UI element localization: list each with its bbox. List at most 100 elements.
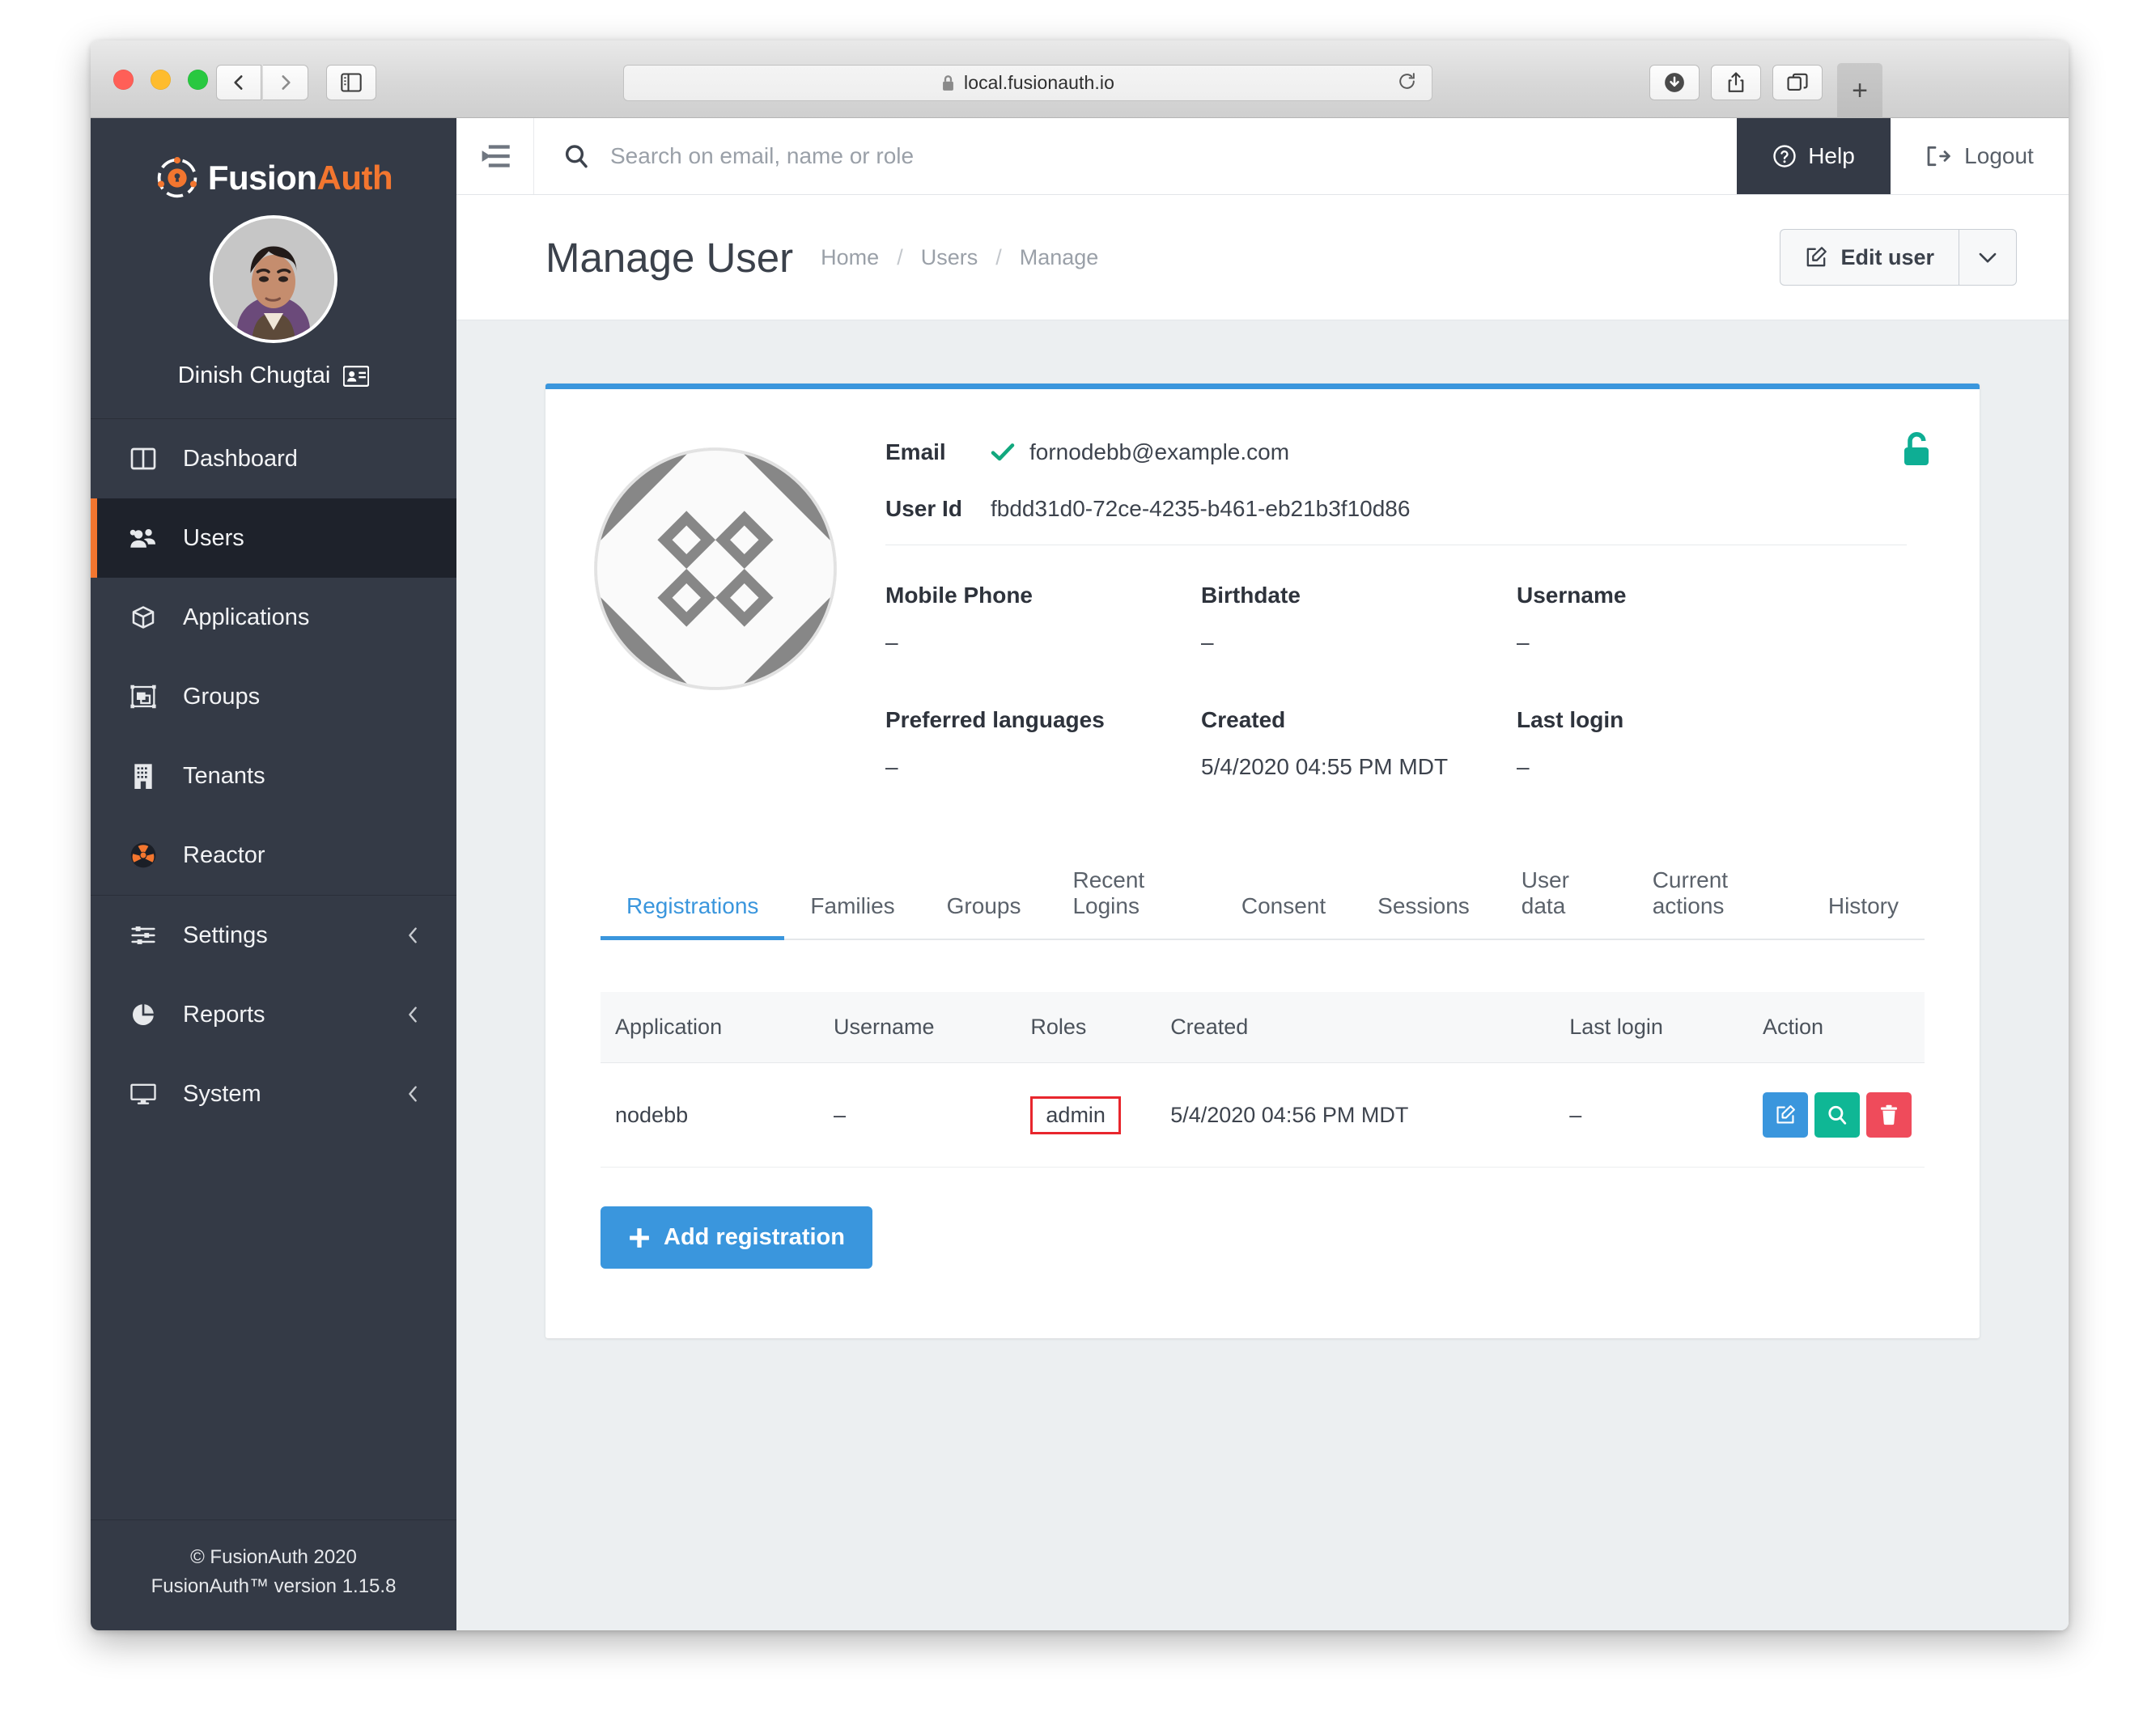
sidebar-item-label: Reactor xyxy=(183,841,265,868)
plus-icon xyxy=(628,1227,651,1249)
sidebar-item-label: Groups xyxy=(183,683,261,710)
logout-button[interactable]: Logout xyxy=(1891,118,2069,194)
sidebar-item-system[interactable]: System xyxy=(91,1054,456,1134)
table-row: nodebb – admin 5/4/2020 04:56 PM MDT – xyxy=(601,1062,1925,1168)
tab-sessions[interactable]: Sessions xyxy=(1352,877,1496,939)
zoom-window-button[interactable] xyxy=(188,70,208,90)
share-icon[interactable] xyxy=(1711,65,1761,100)
tab-groups[interactable]: Groups xyxy=(921,877,1047,939)
role-highlight-badge: admin xyxy=(1030,1096,1121,1134)
sidebar-item-users[interactable]: Users xyxy=(91,498,456,578)
brand-logo[interactable]: FusionAuth xyxy=(91,118,456,215)
cell-last-login: – xyxy=(1556,1062,1750,1168)
view-registration-button[interactable] xyxy=(1814,1092,1860,1138)
main-area: Help Logout Manage User Home / Users xyxy=(456,118,2069,1630)
sidebar-item-label: Tenants xyxy=(183,762,265,789)
sidebar-item-label: Dashboard xyxy=(183,445,298,472)
column-header-roles[interactable]: Roles xyxy=(1017,992,1158,1063)
cell-application: nodebb xyxy=(601,1062,821,1168)
column-header-created[interactable]: Created xyxy=(1157,992,1557,1063)
breadcrumb-item-home[interactable]: Home xyxy=(821,245,879,270)
browser-toolbar: local.fusionauth.io + xyxy=(91,40,2069,118)
sidebar-toggle-icon[interactable] xyxy=(326,65,376,100)
id-card-icon[interactable] xyxy=(343,365,370,387)
lock-icon xyxy=(941,74,955,91)
sidebar-item-reports[interactable]: Reports xyxy=(91,975,456,1054)
summary-fields: Email fornodebb@example.com User Id fbdd… xyxy=(885,439,1980,822)
search-bar[interactable] xyxy=(534,118,1737,194)
delete-registration-button[interactable] xyxy=(1865,1092,1912,1138)
page-content: Email fornodebb@example.com User Id fbdd… xyxy=(456,320,2069,1630)
tab-current-actions[interactable]: Current actions xyxy=(1627,851,1802,939)
tab-history[interactable]: History xyxy=(1802,877,1925,939)
check-icon xyxy=(991,443,1015,462)
userid-row: User Id fbdd31d0-72ce-4235-b461-eb21b3f1… xyxy=(885,496,1907,522)
tab-overview-icon[interactable] xyxy=(1772,65,1823,100)
field-value-mobile-phone: – xyxy=(885,629,898,655)
sidebar-item-label: Settings xyxy=(183,922,268,948)
sidebar: FusionAuth Dinish Chugtai Dashboard User… xyxy=(91,118,456,1630)
tab-families[interactable]: Families xyxy=(784,877,920,939)
reload-icon[interactable] xyxy=(1397,71,1417,95)
reactor-icon xyxy=(129,842,157,868)
field-label-last-login: Last login xyxy=(1517,707,1624,732)
back-button[interactable] xyxy=(216,65,261,100)
tab-recent-logins[interactable]: Recent Logins xyxy=(1046,851,1215,939)
sidebar-item-applications[interactable]: Applications xyxy=(91,578,456,657)
window-traffic-lights xyxy=(113,70,208,90)
edit-user-button[interactable]: Edit user xyxy=(1780,229,1959,286)
field-value-created: 5/4/2020 04:55 PM MDT xyxy=(1201,754,1449,779)
address-bar[interactable]: local.fusionauth.io xyxy=(623,65,1432,101)
browser-window: local.fusionauth.io + FusionAuth Dinish … xyxy=(91,40,2069,1630)
sidebar-item-label: Users xyxy=(183,524,244,551)
email-value-wrap: fornodebb@example.com xyxy=(991,439,1289,465)
download-icon[interactable] xyxy=(1649,65,1700,100)
sidebar-item-label: System xyxy=(183,1080,261,1107)
edit-registration-button[interactable] xyxy=(1762,1092,1808,1138)
app-viewport: FusionAuth Dinish Chugtai Dashboard User… xyxy=(91,118,2069,1630)
add-registration-wrap: Add registration xyxy=(601,1206,1925,1269)
desktop-background: local.fusionauth.io + FusionAuth Dinish … xyxy=(0,0,2156,1725)
edit-user-dropdown-button[interactable] xyxy=(1959,229,2017,286)
new-tab-button[interactable]: + xyxy=(1837,63,1882,118)
minimize-window-button[interactable] xyxy=(151,70,171,90)
pie-chart-icon xyxy=(129,1002,157,1028)
tab-consent[interactable]: Consent xyxy=(1216,877,1352,939)
sidebar-item-groups[interactable]: Groups xyxy=(91,657,456,736)
help-label: Help xyxy=(1808,143,1855,168)
profile-name-row: Dinish Chugtai xyxy=(178,362,370,389)
breadcrumb: Home / Users / Manage xyxy=(821,245,1098,270)
sidebar-item-tenants[interactable]: Tenants xyxy=(91,736,456,816)
cell-actions xyxy=(1749,1062,1925,1168)
sidebar-footer: © FusionAuth 2020 FusionAuth™ version 1.… xyxy=(91,1519,456,1630)
sidebar-item-reactor[interactable]: Reactor xyxy=(91,816,456,895)
tab-registrations[interactable]: Registrations xyxy=(601,877,785,940)
email-value: fornodebb@example.com xyxy=(1029,439,1290,464)
page-title: Manage User xyxy=(545,234,794,281)
registrations-table-wrap: Application Username Roles Created Last … xyxy=(601,992,1925,1168)
column-header-username[interactable]: Username xyxy=(820,992,1018,1063)
edit-user-label: Edit user xyxy=(1840,244,1934,269)
column-header-last-login[interactable]: Last login xyxy=(1556,992,1750,1063)
breadcrumb-item-users[interactable]: Users xyxy=(921,245,978,270)
collapse-menu-icon[interactable] xyxy=(456,118,534,194)
footer-copyright: © FusionAuth 2020 xyxy=(190,1546,357,1568)
tab-user-data[interactable]: User data xyxy=(1496,851,1627,939)
sidebar-item-dashboard[interactable]: Dashboard xyxy=(91,419,456,498)
forward-button[interactable] xyxy=(263,65,308,100)
sidebar-item-settings[interactable]: Settings xyxy=(91,896,456,975)
user-summary: Email fornodebb@example.com User Id fbdd… xyxy=(545,389,1980,822)
unlock-icon[interactable] xyxy=(1900,431,1933,470)
help-button[interactable]: Help xyxy=(1737,118,1891,194)
close-window-button[interactable] xyxy=(113,70,134,90)
avatar[interactable] xyxy=(210,215,337,343)
search-input[interactable] xyxy=(610,143,1737,169)
field-value-preferred-languages: – xyxy=(885,754,898,779)
building-icon xyxy=(129,763,157,789)
field-value-username: – xyxy=(1517,629,1530,655)
breadcrumb-item-manage[interactable]: Manage xyxy=(1020,245,1099,270)
add-registration-button[interactable]: Add registration xyxy=(601,1206,872,1269)
monitor-icon xyxy=(129,1082,157,1106)
footer-version: FusionAuth™ version 1.15.8 xyxy=(151,1575,397,1597)
column-header-application[interactable]: Application xyxy=(601,992,821,1063)
